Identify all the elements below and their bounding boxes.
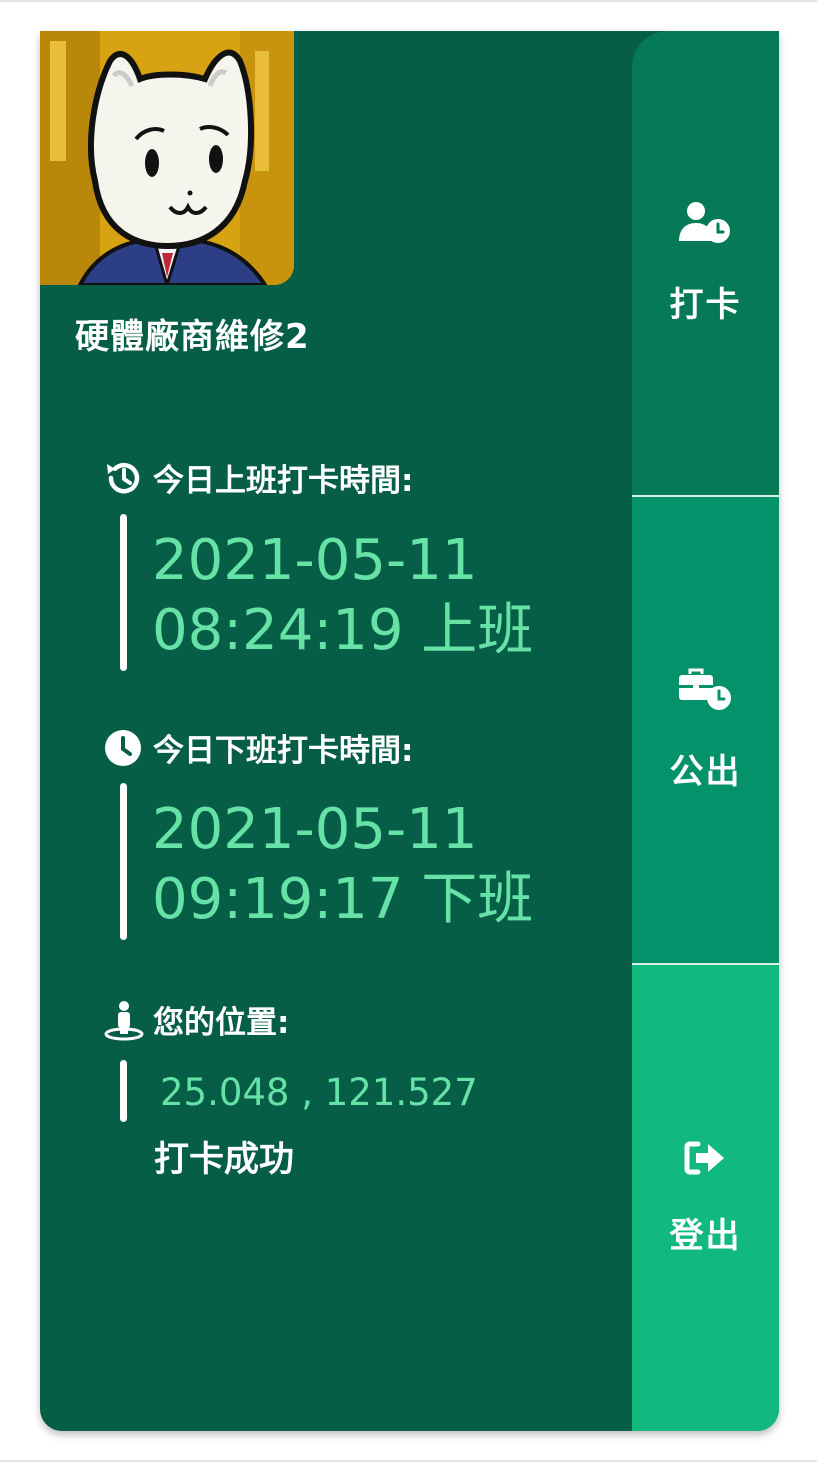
top-border xyxy=(0,0,817,2)
sign-out-icon xyxy=(684,1140,728,1180)
location-coords: 25.048 , 121.527 xyxy=(160,1071,478,1114)
cat-avatar-image xyxy=(40,31,294,285)
checkout-time: 09:19:17 下班 xyxy=(152,867,534,932)
business-trip-button[interactable]: 公出 xyxy=(632,497,779,963)
clock-icon xyxy=(103,727,145,769)
logout-button[interactable]: 登出 xyxy=(632,965,779,1431)
location-title-text: 您的位置: xyxy=(153,1005,290,1041)
checkout-bar xyxy=(120,783,127,940)
logout-button-label: 登出 xyxy=(669,1215,742,1256)
history-icon xyxy=(103,457,145,499)
checkout-date: 2021-05-11 xyxy=(152,797,478,862)
attendance-card: 硬體廠商維修2 今日上班打卡時間: 2021-05-11 08:24:19 上班… xyxy=(40,31,779,1431)
location-bar xyxy=(120,1060,127,1122)
checkin-date: 2021-05-11 xyxy=(152,528,478,593)
action-sidebar: 打卡 公出 登出 xyxy=(632,31,779,1431)
checkin-button-label: 打卡 xyxy=(669,284,742,325)
user-clock-icon xyxy=(678,201,733,249)
checkin-status: 打卡成功 xyxy=(154,1140,295,1180)
checkin-button[interactable]: 打卡 xyxy=(632,31,779,495)
checkout-title-text: 今日下班打卡時間: xyxy=(153,733,414,769)
street-view-icon xyxy=(103,999,145,1041)
avatar xyxy=(40,31,294,285)
checkin-title: 今日上班打卡時間: xyxy=(103,455,413,500)
checkin-time: 08:24:19 上班 xyxy=(152,598,534,663)
location-title: 您的位置: xyxy=(103,997,289,1042)
checkin-bar xyxy=(120,514,127,671)
checkin-title-text: 今日上班打卡時間: xyxy=(153,463,414,499)
checkout-title: 今日下班打卡時間: xyxy=(103,725,413,770)
business-trip-button-label: 公出 xyxy=(669,751,742,792)
briefcase-clock-icon xyxy=(678,668,733,716)
user-name: 硬體廠商維修2 xyxy=(75,317,310,357)
